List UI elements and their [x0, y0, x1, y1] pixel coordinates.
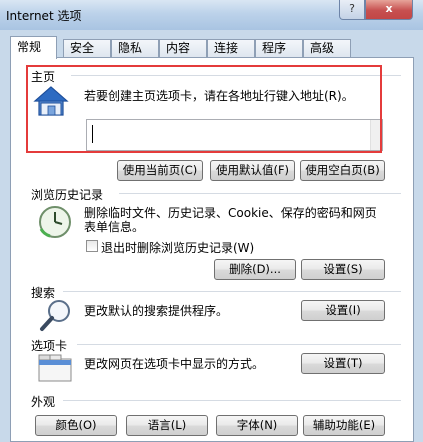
tab-security[interactable]: 安全	[63, 39, 111, 58]
tab-advanced[interactable]: 高级	[303, 39, 351, 58]
search-description: 更改默认的搜索提供程序。	[84, 304, 229, 318]
tabbed-window-icon	[38, 354, 72, 382]
history-heading: 浏览历史记录	[31, 188, 104, 202]
history-settings-button[interactable]: 设置(S)	[301, 259, 385, 280]
appearance-heading: 外观	[31, 395, 56, 409]
tab-content[interactable]: 内容	[159, 39, 207, 58]
use-blank-button[interactable]: 使用空白页(B)	[300, 160, 385, 181]
home-icon	[33, 86, 69, 116]
home-description: 若要创建主页选项卡，请在各地址行键入地址(R)。	[84, 89, 354, 103]
fonts-button[interactable]: 字体(N)	[216, 415, 298, 436]
accessibility-button[interactable]: 辅助功能(E)	[303, 415, 385, 436]
tabs-divider	[77, 344, 401, 345]
search-magnifier-icon	[40, 300, 70, 331]
delete-history-button[interactable]: 删除(D)...	[214, 259, 296, 280]
tab-general[interactable]: 常规	[10, 36, 57, 59]
window-title: Internet 选项	[6, 9, 82, 23]
history-description-line2: 表单信息。	[84, 220, 145, 234]
tabs-description: 更改网页在选项卡中显示的方式。	[84, 357, 265, 371]
text-caret	[92, 125, 93, 143]
help-button[interactable]: ?	[339, 0, 365, 20]
tab-programs[interactable]: 程序	[255, 39, 303, 58]
history-description-line1: 删除临时文件、历史记录、Cookie、保存的密码和网页	[84, 206, 377, 220]
search-settings-button[interactable]: 设置(I)	[301, 300, 385, 321]
use-current-button[interactable]: 使用当前页(C)	[117, 160, 203, 181]
history-clock-icon	[39, 206, 71, 238]
close-button[interactable]: x	[365, 0, 413, 20]
tab-connections[interactable]: 连接	[207, 39, 255, 58]
appearance-divider	[63, 400, 401, 401]
homepage-scrollbar[interactable]	[370, 120, 382, 150]
use-default-button[interactable]: 使用默认值(F)	[210, 160, 295, 181]
search-divider	[63, 291, 401, 292]
tabs-heading: 选项卡	[31, 339, 68, 353]
languages-button[interactable]: 语言(L)	[126, 415, 208, 436]
delete-on-exit-checkbox[interactable]	[86, 240, 98, 252]
general-panel: 主页 若要创建主页选项卡，请在各地址行键入地址(R)。 使用当前页(C) 使用默…	[10, 57, 414, 442]
tab-privacy[interactable]: 隐私	[111, 39, 159, 58]
history-divider	[119, 193, 401, 194]
delete-on-exit-label[interactable]: 退出时删除浏览历史记录(W)	[101, 239, 254, 256]
colors-button[interactable]: 颜色(O)	[35, 415, 117, 436]
homepage-url-input[interactable]	[86, 119, 383, 151]
tabs-settings-button[interactable]: 设置(T)	[301, 353, 385, 374]
home-divider	[71, 75, 401, 76]
home-heading: 主页	[31, 70, 56, 84]
title-bar: Internet 选项 ? x	[0, 0, 423, 30]
